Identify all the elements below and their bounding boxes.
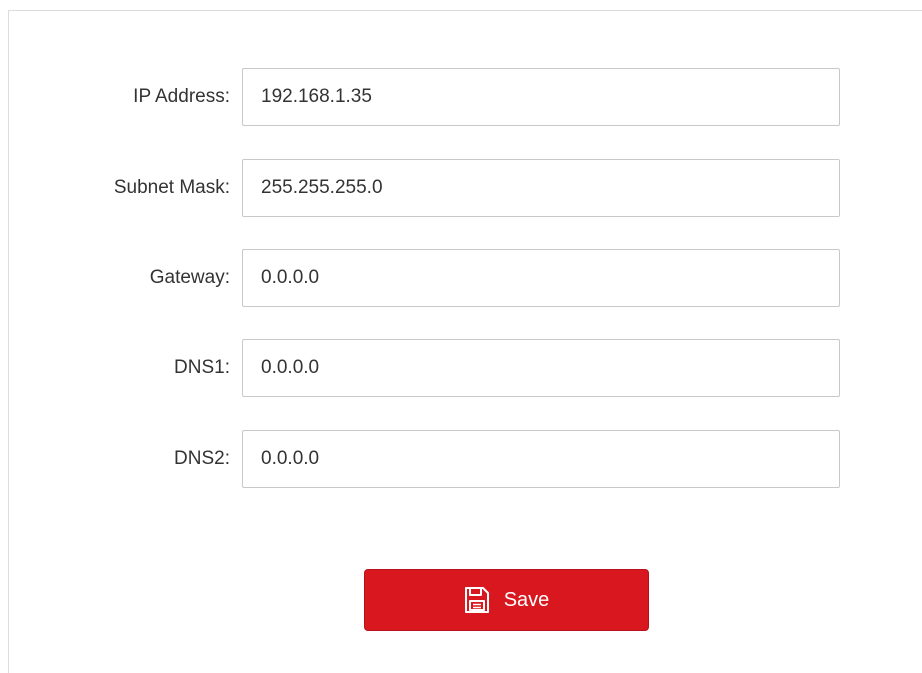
- subnet-mask-label: Subnet Mask:: [113, 177, 230, 198]
- save-button-label: Save: [503, 589, 550, 611]
- gateway-input[interactable]: [242, 249, 840, 307]
- ip-address-input[interactable]: [242, 68, 840, 126]
- dns1-label: DNS1:: [174, 357, 230, 378]
- network-settings-panel: IP Address: Subnet Mask: Gateway: DNS1: …: [8, 10, 922, 673]
- gateway-row: Gateway:: [9, 249, 922, 307]
- ip-address-label: IP Address:: [133, 86, 230, 107]
- dns1-input[interactable]: [242, 339, 840, 397]
- dns2-row: DNS2:: [9, 430, 922, 488]
- dns2-input[interactable]: [242, 430, 840, 488]
- gateway-label: Gateway:: [149, 267, 230, 288]
- dns1-row: DNS1:: [9, 339, 922, 397]
- save-icon: [464, 586, 490, 614]
- subnet-mask-row: Subnet Mask:: [9, 159, 922, 217]
- subnet-mask-input[interactable]: [242, 159, 840, 217]
- dns2-label: DNS2:: [174, 448, 230, 469]
- ip-address-row: IP Address:: [9, 68, 922, 126]
- save-button[interactable]: Save: [364, 569, 649, 631]
